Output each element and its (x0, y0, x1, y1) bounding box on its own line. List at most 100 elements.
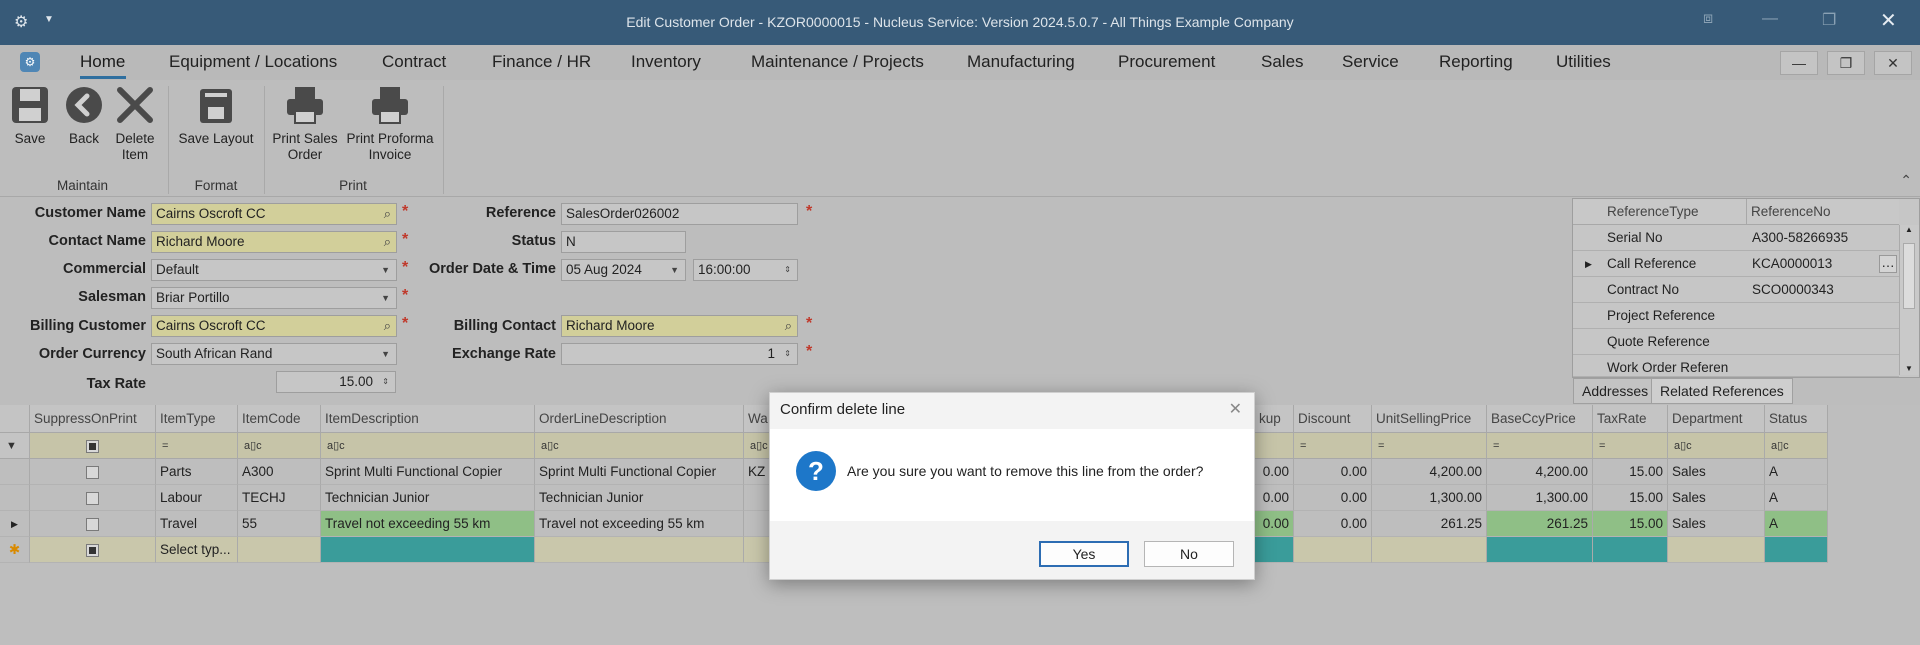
filter-department[interactable]: a▯c (1668, 433, 1765, 459)
item-code-cell[interactable]: TECHJ (238, 485, 321, 511)
header-item-description[interactable]: ItemDescription (321, 405, 535, 433)
exchange-rate-field[interactable]: 1 ⇕ (561, 343, 798, 365)
maximize-button[interactable]: ❐ (1822, 10, 1836, 30)
markup-cell[interactable]: 0.00 (1255, 511, 1294, 537)
filter-order-line-description[interactable]: a▯c (535, 433, 744, 459)
order-line-description-cell[interactable] (535, 537, 744, 563)
header-reference-no[interactable]: ReferenceNo (1747, 199, 1899, 225)
header-tax-rate[interactable]: TaxRate (1593, 405, 1668, 433)
billing-contact-field[interactable]: Richard Moore ⌕ (561, 315, 798, 337)
filter-item-code[interactable]: a▯c (238, 433, 321, 459)
menu-sales[interactable]: Sales (1261, 52, 1304, 72)
status-cell[interactable] (1765, 537, 1828, 563)
tab-related-references[interactable]: Related References (1651, 378, 1793, 404)
reference-row[interactable]: ▶ Call Reference KCA0000013… (1573, 251, 1899, 277)
discount-cell[interactable]: 0.00 (1294, 511, 1372, 537)
item-type-cell[interactable]: Select typ... (156, 537, 238, 563)
filter-item-description[interactable]: a▯c (321, 433, 535, 459)
vertical-scrollbar[interactable]: ▲ ▼ (1899, 225, 1919, 375)
markup-cell[interactable] (1255, 537, 1294, 563)
search-icon[interactable]: ⌕ (785, 316, 792, 336)
chevron-down-icon[interactable]: ▼ (381, 260, 390, 280)
header-markup[interactable]: kup (1255, 405, 1294, 433)
unit-selling-price-cell[interactable]: 1,300.00 (1372, 485, 1487, 511)
scroll-down-icon[interactable]: ▼ (1905, 364, 1913, 373)
menu-utilities[interactable]: Utilities (1556, 52, 1611, 72)
warehouse-cell[interactable] (744, 485, 770, 511)
menu-contract[interactable]: Contract (382, 52, 446, 72)
order-currency-select[interactable]: South African Rand ▼ (151, 343, 397, 365)
save-button[interactable]: Save (10, 85, 50, 147)
salesman-select[interactable]: Briar Portillo ▼ (151, 287, 397, 309)
reference-row[interactable]: Contract No SCO0000343 (1573, 277, 1899, 303)
mdi-close-button[interactable]: ✕ (1874, 51, 1912, 75)
discount-cell[interactable]: 0.00 (1294, 459, 1372, 485)
header-reference-type[interactable]: ReferenceType (1603, 199, 1747, 225)
header-unit-selling-price[interactable]: UnitSellingPrice (1372, 405, 1487, 433)
menu-home[interactable]: Home (80, 52, 125, 72)
filter-warehouse[interactable]: a▯c (744, 433, 770, 459)
row-pointer-icon[interactable]: ▶ (0, 511, 30, 537)
customer-name-field[interactable]: Cairns Oscroft CC ⌕ (151, 203, 397, 225)
tax-rate-field[interactable]: 15.00 ⇕ (276, 371, 396, 393)
status-cell[interactable]: A (1765, 511, 1828, 537)
menu-procurement[interactable]: Procurement (1118, 52, 1215, 72)
mdi-restore-button[interactable]: ❐ (1827, 51, 1865, 75)
item-type-cell[interactable]: Labour (156, 485, 238, 511)
print-sales-order-button[interactable]: Print Sales Order (270, 85, 340, 163)
filter-markup[interactable] (1255, 433, 1294, 459)
menu-maintenance-projects[interactable]: Maintenance / Projects (751, 52, 924, 72)
markup-cell[interactable]: 0.00 (1255, 459, 1294, 485)
filter-suppress-on-print[interactable] (30, 433, 156, 459)
suppress-on-print-cell[interactable] (30, 511, 156, 537)
close-icon[interactable]: ✕ (1229, 399, 1242, 419)
delete-item-button[interactable]: Delete Item (112, 85, 158, 163)
minimize-button[interactable]: — (1762, 10, 1778, 28)
filter-icon[interactable]: ▼ (0, 433, 30, 459)
spin-icon[interactable]: ⇕ (784, 260, 791, 280)
item-type-cell[interactable]: Parts (156, 459, 238, 485)
header-base-ccy-price[interactable]: BaseCcyPrice (1487, 405, 1593, 433)
scrollbar-thumb[interactable] (1903, 243, 1915, 309)
suppress-checkbox[interactable] (86, 543, 99, 557)
app-logo-icon[interactable]: ⚙ (20, 52, 40, 72)
suppress-checkbox[interactable] (86, 491, 99, 505)
filter-item-type[interactable]: = (156, 433, 238, 459)
commercial-select[interactable]: Default ▼ (151, 259, 397, 281)
discount-cell[interactable]: 0.00 (1294, 485, 1372, 511)
suppress-on-print-cell[interactable] (30, 485, 156, 511)
header-order-line-description[interactable]: OrderLineDescription (535, 405, 744, 433)
item-description-cell[interactable]: Sprint Multi Functional Copier (321, 459, 535, 485)
base-ccy-price-cell[interactable]: 4,200.00 (1487, 459, 1593, 485)
markup-cell[interactable]: 0.00 (1255, 485, 1294, 511)
menu-reporting[interactable]: Reporting (1439, 52, 1513, 72)
unit-selling-price-cell[interactable]: 261.25 (1372, 511, 1487, 537)
item-description-cell[interactable]: Technician Junior (321, 485, 535, 511)
new-row-indicator[interactable]: ✱ (0, 537, 30, 563)
row-indicator[interactable] (0, 459, 30, 485)
discount-cell[interactable] (1294, 537, 1372, 563)
item-description-cell[interactable] (321, 537, 535, 563)
filter-unit-selling-price[interactable]: = (1372, 433, 1487, 459)
unit-selling-price-cell[interactable]: 4,200.00 (1372, 459, 1487, 485)
item-code-cell[interactable] (238, 537, 321, 563)
chevron-down-icon[interactable]: ▼ (381, 344, 390, 364)
suppress-on-print-cell[interactable] (30, 537, 156, 563)
order-time-field[interactable]: 16:00:00 ⇕ (693, 259, 798, 281)
search-icon[interactable]: ⌕ (384, 204, 391, 224)
header-item-type[interactable]: ItemType (156, 405, 238, 433)
contact-name-field[interactable]: Richard Moore ⌕ (151, 231, 397, 253)
unit-selling-price-cell[interactable] (1372, 537, 1487, 563)
tax-rate-cell[interactable] (1593, 537, 1668, 563)
mdi-minimize-button[interactable]: — (1780, 51, 1818, 75)
save-layout-button[interactable]: Save Layout (176, 85, 256, 147)
scroll-up-icon[interactable]: ▲ (1905, 225, 1913, 234)
ellipsis-button[interactable]: … (1879, 255, 1897, 273)
reference-row[interactable]: Project Reference (1573, 303, 1899, 329)
order-line-description-cell[interactable]: Travel not exceeding 55 km (535, 511, 744, 537)
collapse-ribbon-icon[interactable]: ⌃ (1900, 172, 1912, 189)
department-cell[interactable]: Sales (1668, 511, 1765, 537)
filter-base-ccy-price[interactable]: = (1487, 433, 1593, 459)
restore-layout-icon[interactable]: ⧈ (1703, 10, 1713, 28)
menu-service[interactable]: Service (1342, 52, 1399, 72)
